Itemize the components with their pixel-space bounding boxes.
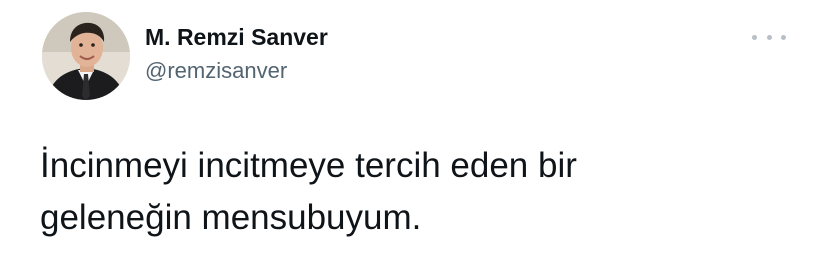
more-horizontal-icon-dot (766, 34, 772, 40)
avatar[interactable] (42, 12, 130, 100)
tweet-text-line: İncinmeyi incitmeye tercih eden bir (40, 146, 577, 185)
user-handle[interactable]: @remzisanver (145, 56, 328, 86)
tweet-text: İncinmeyi incitmeye tercih eden bir gele… (40, 140, 800, 244)
tweet-card: M. Remzi Sanver @remzisanver İncinmeyi i… (0, 0, 828, 275)
profile-photo-icon (42, 12, 130, 100)
more-horizontal-icon (752, 34, 757, 40)
display-name[interactable]: M. Remzi Sanver (145, 22, 328, 52)
author-block: M. Remzi Sanver @remzisanver (145, 22, 328, 86)
more-options-button[interactable] (752, 28, 786, 46)
more-horizontal-icon-dot (781, 34, 786, 40)
tweet-text-line: geleneğin mensubuyum. (40, 198, 422, 237)
